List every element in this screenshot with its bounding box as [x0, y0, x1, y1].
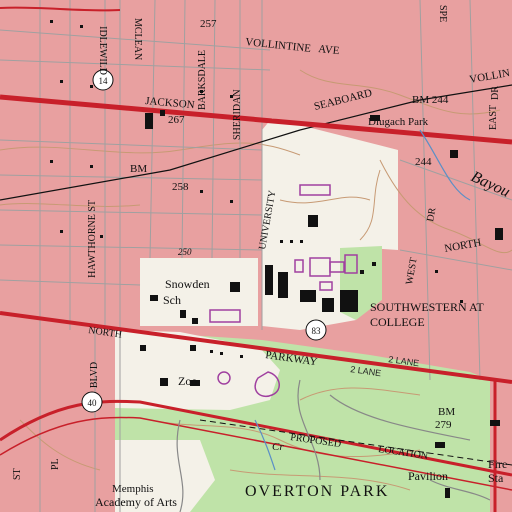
label-250: 250 — [178, 247, 192, 257]
label-college: COLLEGE — [370, 315, 425, 329]
label-258: 258 — [172, 181, 189, 193]
label-academy: Academy of Arts — [95, 495, 177, 509]
label-east: EAST — [488, 105, 499, 130]
label-route-83: 83 — [312, 326, 322, 336]
label-fire: Fire — [488, 457, 507, 471]
label-257: 257 — [200, 18, 217, 30]
label-bm-left: BM — [130, 163, 147, 175]
label-cr: Cr — [272, 441, 284, 453]
label-dlugach-park: Dlugach Park — [368, 116, 429, 128]
label-memphis: Memphis — [112, 483, 154, 495]
label-mclean: MCLEAN — [132, 18, 143, 60]
label-hawthorne: HAWTHORNE ST — [87, 200, 98, 278]
label-zoo: Zoo — [178, 374, 197, 388]
label-sta: Sta — [488, 471, 504, 485]
label-route-40: 40 — [88, 398, 98, 408]
urban-right — [490, 380, 512, 512]
label-idlewild: IDLEWILD — [97, 26, 108, 75]
label-dr: DR — [490, 86, 501, 100]
label-blvd: BLVD — [89, 362, 100, 388]
label-sheridan: SHERIDAN — [232, 89, 243, 140]
label-244: 244 — [415, 156, 432, 168]
label-sch: Sch — [163, 293, 181, 307]
label-279: 279 — [435, 419, 452, 431]
label-ave: AVE — [318, 43, 341, 57]
label-267: 267 — [168, 114, 185, 126]
topographic-map: JACKSON VOLLINTINE AVE SEABOARD VOLLIN B… — [0, 0, 512, 512]
label-snowden: Snowden — [165, 277, 210, 291]
label-st-right: ST — [12, 468, 23, 480]
label-spe: SPE — [437, 5, 448, 22]
label-route-14: 14 — [99, 76, 109, 86]
label-bm244: BM 244 — [412, 94, 449, 106]
label-pavilion: Pavilion — [408, 469, 448, 483]
label-southwestern: SOUTHWESTERN AT — [370, 300, 484, 314]
label-overton-park: OVERTON PARK — [245, 483, 389, 500]
label-pl: PL — [50, 458, 61, 470]
label-barksdale: BARKSDALE — [197, 50, 208, 110]
label-bm279: BM — [438, 406, 455, 418]
